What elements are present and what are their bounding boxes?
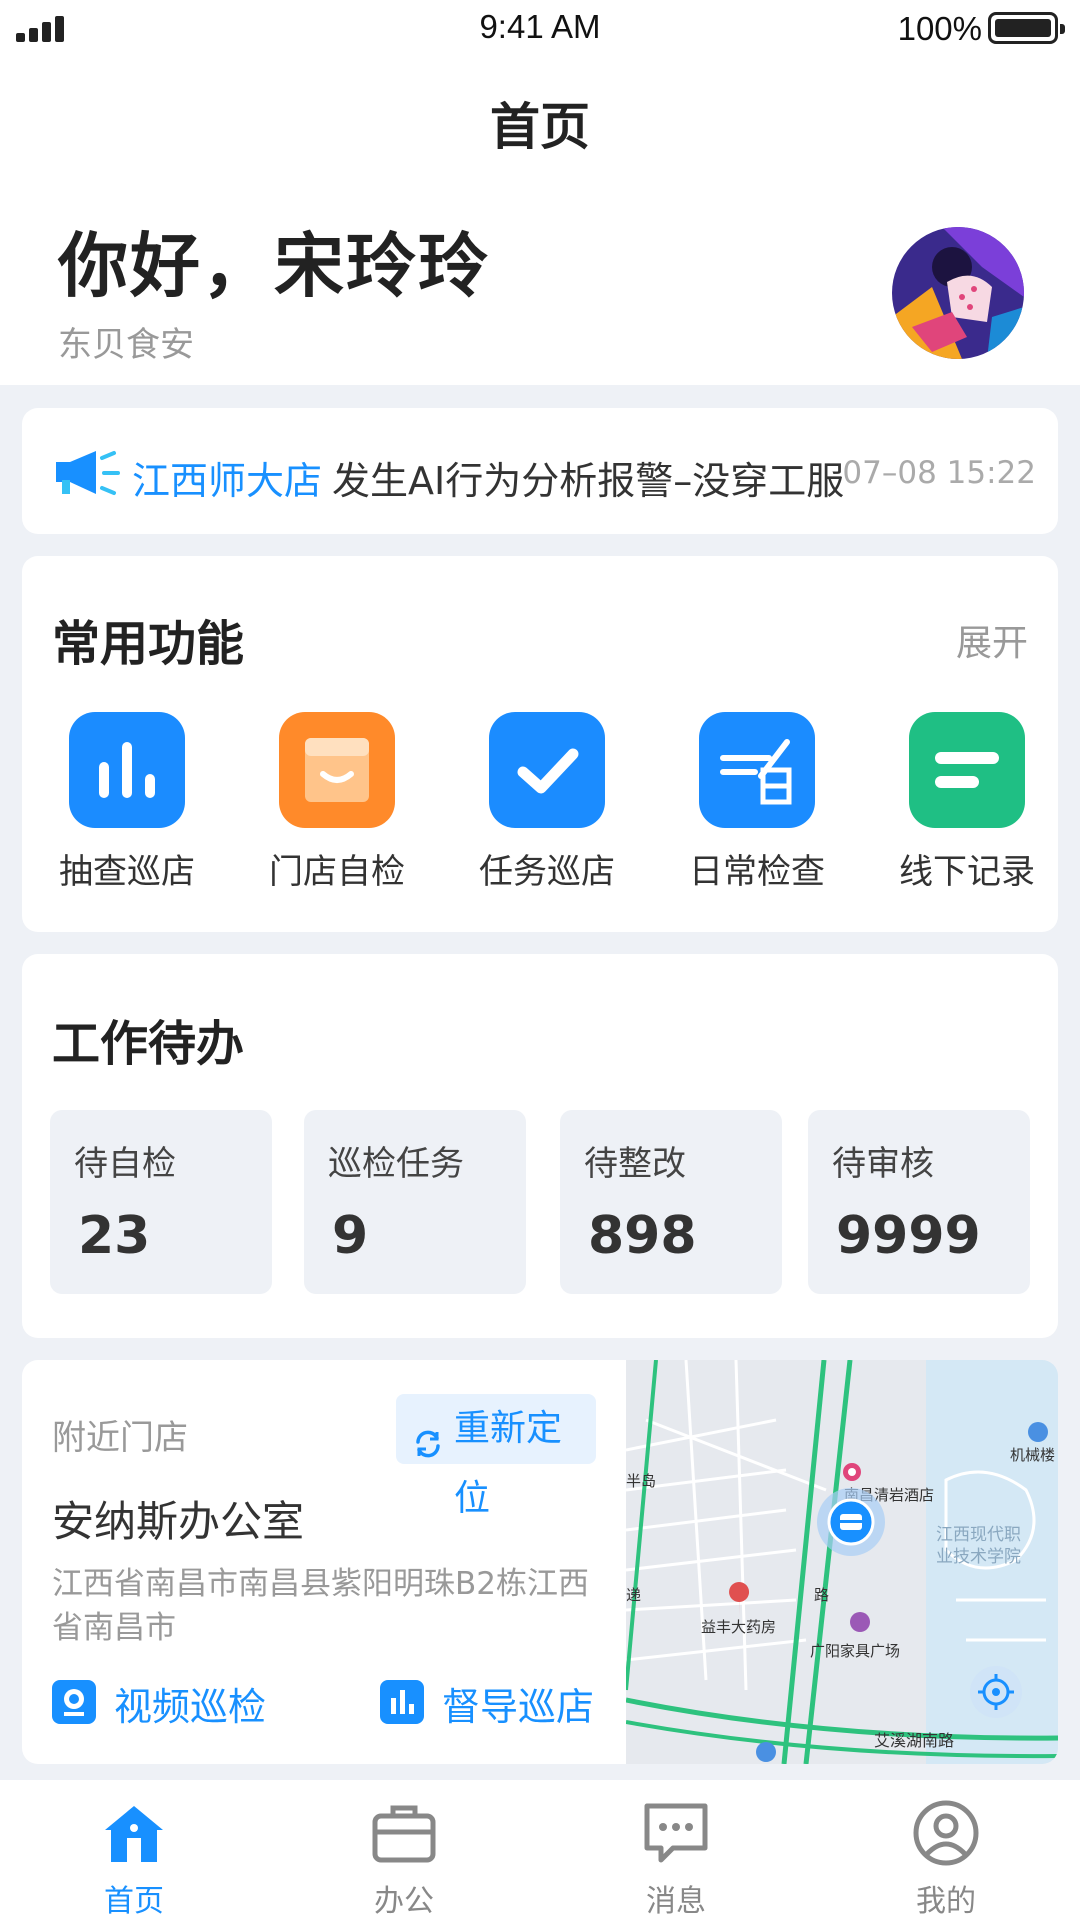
message-icon [641,1798,711,1868]
todo-review[interactable]: 待审核 9999 [808,1110,1030,1294]
battery-percent: 100% [897,10,982,47]
map-label-building: 机械楼 [1010,1447,1055,1464]
map-label-college-2: 业技术学院 [936,1547,1021,1566]
todo-rectify[interactable]: 待整改 898 [560,1110,782,1294]
alert-message: 发生AI行为分析报警–没穿工服 [332,459,845,503]
megaphone-icon [52,448,128,498]
refresh-icon [412,1414,444,1458]
video-patrol-button[interactable]: 视频巡检 [52,1676,266,1731]
tab-messages[interactable]: 消息 [586,1798,766,1920]
todo-count: 23 [78,1206,151,1266]
map-label-college-1: 江西现代职 [936,1525,1021,1544]
tab-office[interactable]: 办公 [314,1798,494,1920]
map-label-road: 艾溪湖南路 [874,1732,954,1750]
alert-notice[interactable]: 江西师大店 发生AI行为分析报警–没穿工服 07–08 15:22 [22,408,1058,534]
todo-label: 待整改 [584,1144,686,1184]
todo-patrol-task[interactable]: 巡检任务 9 [304,1110,526,1294]
greeting: 你好，宋玲玲 [58,225,490,307]
feature-daily-check[interactable]: 日常检查 [682,712,832,893]
relocate-label: 重新定位 [454,1408,563,1519]
todo-title: 工作待办 [52,1016,245,1072]
daily-calendar-icon [699,712,815,828]
map-label-peninsula: 半岛 [626,1473,656,1490]
alert-time: 07–08 15:22 [842,455,1036,491]
features-title: 常用功能 [52,616,245,672]
feature-label: 门店自检 [269,852,405,892]
tab-home[interactable]: 首页 [44,1798,224,1920]
checkmark-icon [489,712,605,828]
home-icon [99,1798,169,1868]
shop-name: 安纳斯办公室 [52,1497,305,1546]
feature-offline-record[interactable]: 线下记录 [892,712,1042,893]
bar-chart-icon [380,1680,424,1724]
relocate-button[interactable]: 重新定位 [396,1394,596,1519]
supervise-patrol-button[interactable]: 督导巡店 [380,1676,594,1731]
profile-icon [911,1798,981,1868]
company-name: 东贝食安 [58,325,194,365]
map-label-road-fragment: 路 [814,1587,829,1604]
feature-task-patrol[interactable]: 任务巡店 [472,712,622,893]
common-features: 常用功能 展开 抽查巡店 门店自检 任务巡店 日常检查 线下记录 [22,556,1058,932]
tab-label: 消息 [646,1884,706,1919]
tab-profile[interactable]: 我的 [856,1798,1036,1920]
shop-address: 江西省南昌市南昌县紫阳明珠B2栋江西省南昌市 [52,1566,589,1646]
feature-spot-check[interactable]: 抽查巡店 [52,712,202,893]
briefcase-icon [369,1798,439,1868]
video-patrol-label: 视频巡检 [114,1685,267,1729]
record-lines-icon [909,712,1025,828]
map-label-edge: 递 [626,1587,641,1604]
supervise-patrol-label: 督导巡店 [442,1685,595,1729]
avatar[interactable] [892,227,1024,359]
battery-icon [988,12,1065,44]
store-map[interactable]: 南昌清岩酒店 江西现代职 业技术学院 机械楼 半岛 递 路 益丰大药房 广阳家具… [624,1360,1058,1764]
feature-label: 抽查巡店 [59,852,195,892]
feature-label: 线下记录 [899,852,1035,892]
feature-label: 任务巡店 [479,852,615,892]
header: 首页 你好，宋玲玲 东贝食安 [0,62,1080,385]
map-label-furniture: 广阳家具广场 [810,1643,900,1660]
todo-count: 9999 [836,1206,981,1266]
todo-label: 巡检任务 [328,1144,464,1184]
video-camera-icon [52,1680,96,1724]
todo-count: 9 [332,1206,369,1266]
bar-chart-icon [69,712,185,828]
status-bar: 9:41 AM 100% [0,0,1080,62]
work-todo: 工作待办 待自检 23 巡检任务 9 待整改 898 待审核 9999 [22,954,1058,1338]
feature-label: 日常检查 [689,852,825,892]
todo-label: 待审核 [832,1144,934,1184]
map-label-pharmacy: 益丰大药房 [701,1619,776,1636]
todo-label: 待自检 [74,1144,176,1184]
tab-bar: 首页 办公 消息 我的 [0,1780,1080,1920]
nearby-title: 附近门店 [52,1418,188,1458]
nearby-store: 附近门店 重新定位 安纳斯办公室 江西省南昌市南昌县紫阳明珠B2栋江西省南昌市 … [22,1360,1058,1764]
tab-label: 我的 [916,1884,976,1919]
feature-self-check[interactable]: 门店自检 [262,712,412,893]
page-title: 首页 [490,98,590,156]
tab-label: 首页 [104,1884,164,1919]
storefront-icon [279,712,395,828]
expand-button[interactable]: 展开 [956,614,1028,666]
todo-self-check[interactable]: 待自检 23 [50,1110,272,1294]
tab-label: 办公 [374,1884,434,1919]
alert-store[interactable]: 江西师大店 [132,450,322,505]
todo-count: 898 [588,1206,697,1266]
